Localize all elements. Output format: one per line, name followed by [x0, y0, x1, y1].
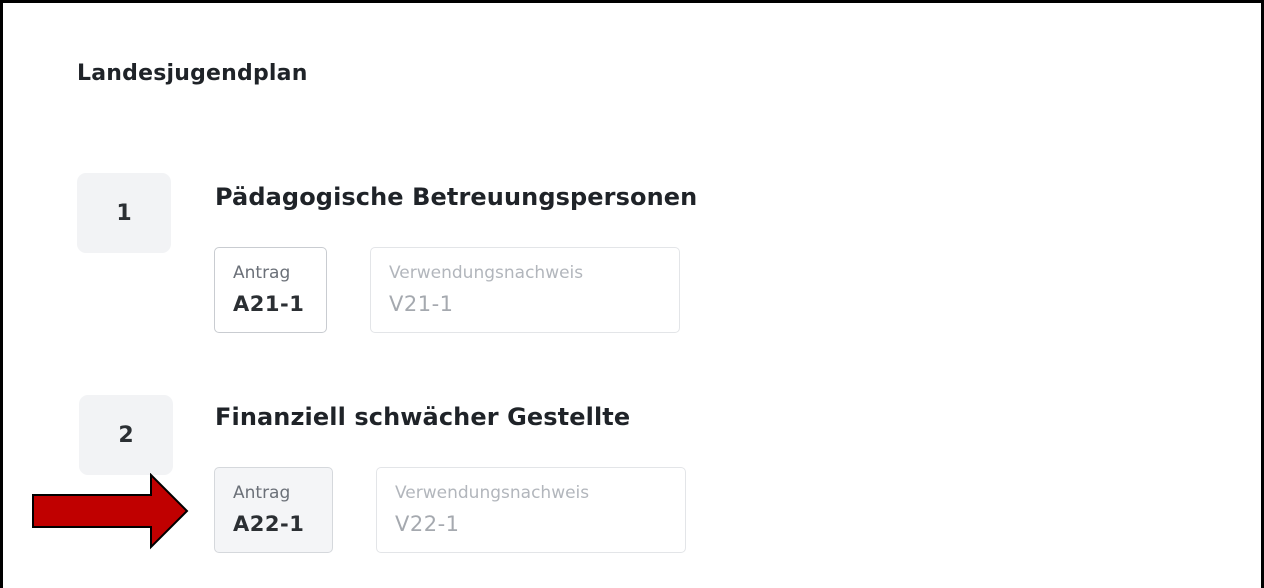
antrag-label: Antrag — [233, 483, 291, 503]
step-number-badge-1: 1 — [77, 173, 171, 253]
antrag-card-1[interactable]: Antrag A21-1 — [214, 247, 327, 333]
verwendungsnachweis-card-2[interactable]: Verwendungsnachweis V22-1 — [376, 467, 686, 553]
verwendungsnachweis-code: V21-1 — [389, 292, 454, 316]
section-title: Landesjugendplan — [77, 61, 308, 86]
verwendungsnachweis-code: V22-1 — [395, 512, 460, 536]
verwendungsnachweis-card-1[interactable]: Verwendungsnachweis V21-1 — [370, 247, 680, 333]
antrag-code: A22-1 — [233, 512, 305, 536]
antrag-label: Antrag — [233, 263, 291, 283]
step-number-badge-2: 2 — [79, 395, 173, 475]
verwendungsnachweis-label: Verwendungsnachweis — [389, 263, 584, 283]
step-title-2: Finanziell schwächer Gestellte — [215, 403, 631, 431]
step-title-1: Pädagogische Betreuungspersonen — [215, 183, 698, 211]
red-right-arrow-icon — [32, 473, 189, 550]
antrag-card-2[interactable]: Antrag A22-1 — [214, 467, 333, 553]
verwendungsnachweis-label: Verwendungsnachweis — [395, 483, 590, 503]
antrag-code: A21-1 — [233, 292, 305, 316]
screenshot-frame: Landesjugendplan 1 Pädagogische Betreuun… — [0, 0, 1264, 588]
